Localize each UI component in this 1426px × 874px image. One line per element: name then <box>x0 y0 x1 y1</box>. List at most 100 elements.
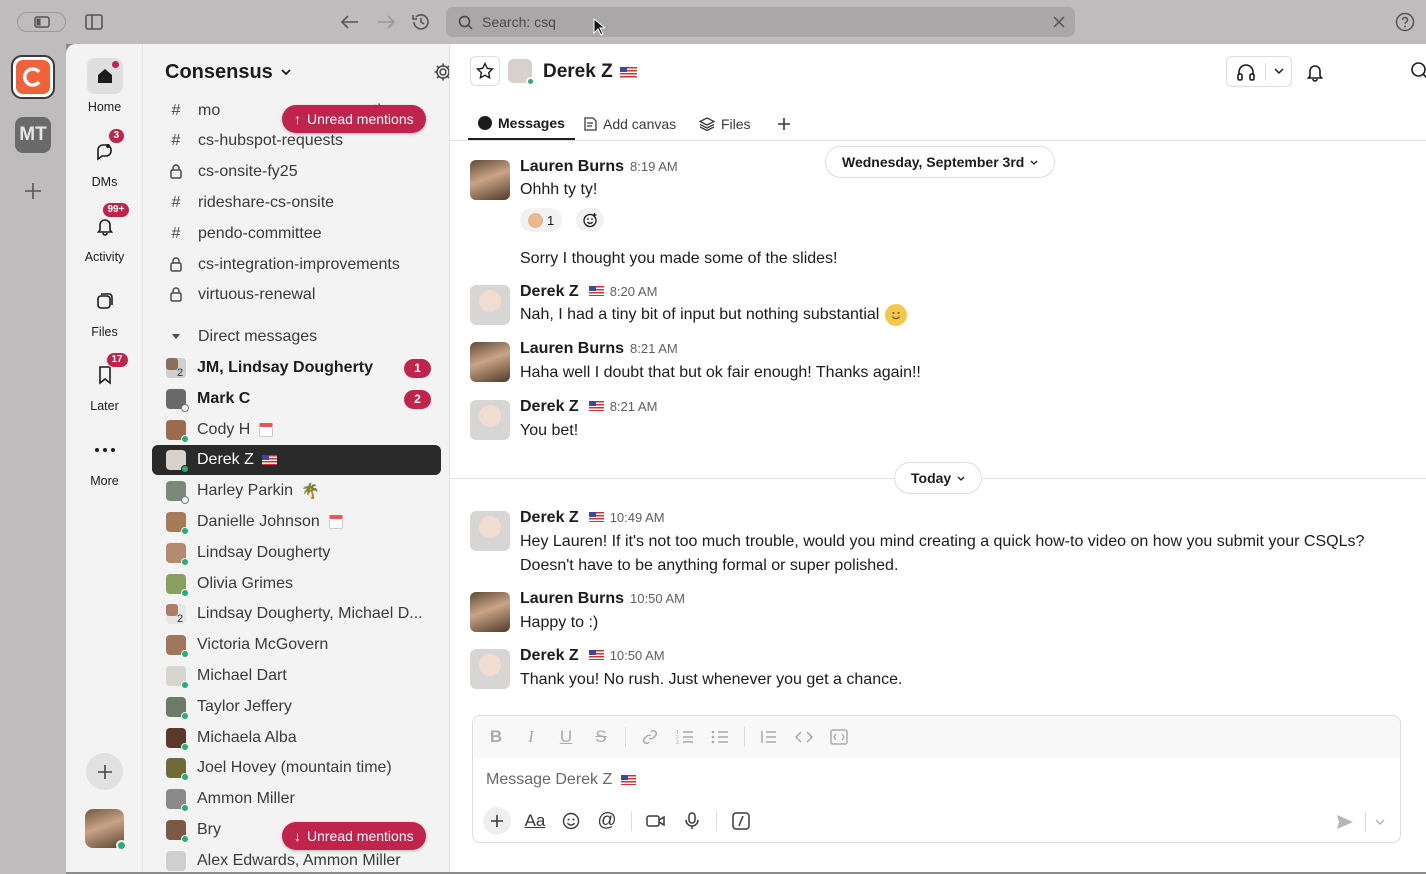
conversation-title[interactable]: Derek Z <box>543 61 637 83</box>
date-divider-today[interactable]: Today <box>894 462 983 494</box>
tab-files[interactable]: Files <box>699 108 751 140</box>
message-item[interactable]: Derek Z 10:49 AM Hey Lauren! If it's not … <box>470 509 1410 581</box>
nav-later[interactable]: 17 Later <box>66 352 143 413</box>
send-options-chevron-icon[interactable] <box>1371 813 1389 831</box>
text-format-icon[interactable]: Aa <box>523 811 547 831</box>
unread-mentions-bottom-button[interactable]: ↓ Unread mentions <box>282 822 426 850</box>
sidebar-toggle-icon[interactable] <box>84 12 104 32</box>
author-avatar[interactable] <box>470 511 510 551</box>
workspace-name[interactable]: Consensus <box>165 61 291 84</box>
history-icon[interactable] <box>410 11 432 33</box>
author-avatar[interactable] <box>470 400 510 440</box>
author-avatar[interactable] <box>470 592 510 632</box>
create-new-icon[interactable] <box>86 753 123 790</box>
link-icon[interactable] <box>639 728 661 746</box>
forward-arrow-icon[interactable] <box>376 12 396 32</box>
message-item[interactable]: Sorry I thought you made some of the sli… <box>470 247 1410 273</box>
attach-plus-icon[interactable] <box>483 807 511 835</box>
author-avatar[interactable] <box>470 160 510 200</box>
message-item[interactable]: Lauren Burns 10:50 AM Happy to :) <box>470 590 1410 638</box>
nav-activity[interactable]: 99+ Activity <box>66 202 143 264</box>
channel-item[interactable]: # rideshare-cs-onsite <box>143 187 449 218</box>
message-item[interactable]: Derek Z 8:20 AM Nah, I had a tiny bit of … <box>470 283 1410 331</box>
workspace-switcher-icon[interactable] <box>17 12 66 32</box>
mention-icon[interactable]: @ <box>595 810 619 832</box>
channel-item[interactable]: # pendo-committee <box>143 218 449 249</box>
author-name[interactable]: Lauren Burns <box>520 158 624 176</box>
author-name[interactable]: Lauren Burns <box>520 590 624 608</box>
author-avatar[interactable] <box>470 342 510 382</box>
nav-home[interactable]: Home <box>66 58 143 114</box>
author-avatar[interactable] <box>470 285 510 325</box>
nav-dms[interactable]: 3 DMs <box>66 128 143 189</box>
dm-item[interactable]: Danielle Johnson <box>152 507 441 537</box>
blockquote-icon[interactable] <box>758 729 780 745</box>
search-input[interactable]: Search: csq <box>446 7 1075 37</box>
direct-messages-header[interactable]: Direct messages <box>143 321 449 352</box>
author-name[interactable]: Derek Z <box>520 647 579 665</box>
mt-workspace-icon[interactable]: MT <box>15 117 51 153</box>
add-reaction-icon[interactable] <box>576 208 604 232</box>
timestamp[interactable]: 8:21 AM <box>610 399 658 414</box>
underline-icon[interactable]: U <box>555 727 577 747</box>
dm-item[interactable]: Taylor Jeffery <box>152 692 441 722</box>
tab-messages[interactable]: Messages <box>468 108 575 140</box>
add-tab-icon[interactable] <box>772 112 796 136</box>
dm-item[interactable]: Joel Hovey (mountain time) <box>152 753 441 783</box>
notification-bell-icon[interactable] <box>1302 59 1328 85</box>
message-item[interactable]: Lauren Burns 8:21 AM Haha well I doubt th… <box>470 340 1410 388</box>
dm-item[interactable]: Mark C 2 <box>152 384 441 414</box>
message-item[interactable]: Derek Z 10:50 AM Thank you! No rush. Just… <box>470 647 1410 695</box>
microphone-icon[interactable] <box>680 812 704 830</box>
italic-icon[interactable]: I <box>520 727 542 747</box>
code-icon[interactable] <box>793 730 815 744</box>
star-icon[interactable] <box>470 56 500 86</box>
settings-gear-icon[interactable] <box>431 60 449 84</box>
dm-item[interactable]: 2 Lindsay Dougherty, Michael D... <box>152 599 441 629</box>
consensus-workspace-icon[interactable] <box>11 55 55 99</box>
timestamp[interactable]: 8:19 AM <box>630 159 678 174</box>
help-icon[interactable] <box>1394 11 1416 33</box>
timestamp[interactable]: 10:49 AM <box>610 510 665 525</box>
video-camera-icon[interactable] <box>644 814 668 828</box>
dm-item[interactable]: Harley Parkin 🌴 <box>152 476 441 506</box>
dm-item[interactable]: Michaela Alba <box>152 723 441 753</box>
dm-item[interactable]: Cody H <box>152 415 441 445</box>
dm-item[interactable]: Lindsay Dougherty <box>152 538 441 568</box>
slash-command-icon[interactable] <box>729 812 753 830</box>
tab-add-canvas[interactable]: Add canvas <box>583 108 676 140</box>
dm-item[interactable]: Olivia Grimes <box>152 569 441 599</box>
author-name[interactable]: Lauren Burns <box>520 340 624 358</box>
dm-item[interactable]: Ammon Miller <box>152 784 441 814</box>
channel-item[interactable]: virtuous-renewal <box>143 279 449 310</box>
author-name[interactable]: Derek Z <box>520 398 579 416</box>
nav-more[interactable]: More <box>66 432 143 488</box>
reaction-pill[interactable]: 1 <box>520 208 563 232</box>
huddle-button[interactable] <box>1226 56 1292 87</box>
author-name[interactable]: Derek Z <box>520 283 579 301</box>
dm-item[interactable]: Michael Dart <box>152 661 441 691</box>
conversation-search-icon[interactable] <box>1407 58 1426 84</box>
unread-mentions-top-button[interactable]: ↑ Unread mentions <box>282 105 426 133</box>
timestamp[interactable]: 10:50 AM <box>610 648 665 663</box>
add-workspace-icon[interactable] <box>22 180 44 202</box>
clear-search-icon[interactable] <box>1051 14 1067 30</box>
author-name[interactable]: Derek Z <box>520 509 579 527</box>
message-item[interactable]: Lauren Burns 8:19 AM Ohhh ty ty! 1 <box>470 158 1410 238</box>
author-avatar[interactable] <box>470 649 510 689</box>
dm-item[interactable]: Victoria McGovern <box>152 630 441 660</box>
ordered-list-icon[interactable]: 123 <box>674 729 696 745</box>
dm-item[interactable]: 2 JM, Lindsay Dougherty 1 <box>152 353 441 383</box>
bullet-list-icon[interactable] <box>709 729 731 745</box>
bold-icon[interactable]: B <box>485 727 507 747</box>
send-icon[interactable] <box>1333 811 1357 833</box>
nav-files[interactable]: Files <box>66 283 143 339</box>
user-avatar[interactable] <box>85 809 127 851</box>
message-item[interactable]: Derek Z 8:21 AM You bet! <box>470 398 1410 446</box>
emoji-icon[interactable] <box>559 812 583 830</box>
channel-item[interactable]: cs-integration-improvements <box>143 249 449 280</box>
channel-item[interactable]: cs-onsite-fy25 <box>143 156 449 187</box>
code-block-icon[interactable] <box>828 729 850 745</box>
strikethrough-icon[interactable]: S <box>590 727 612 747</box>
dm-item-selected[interactable]: Derek Z <box>152 445 441 475</box>
